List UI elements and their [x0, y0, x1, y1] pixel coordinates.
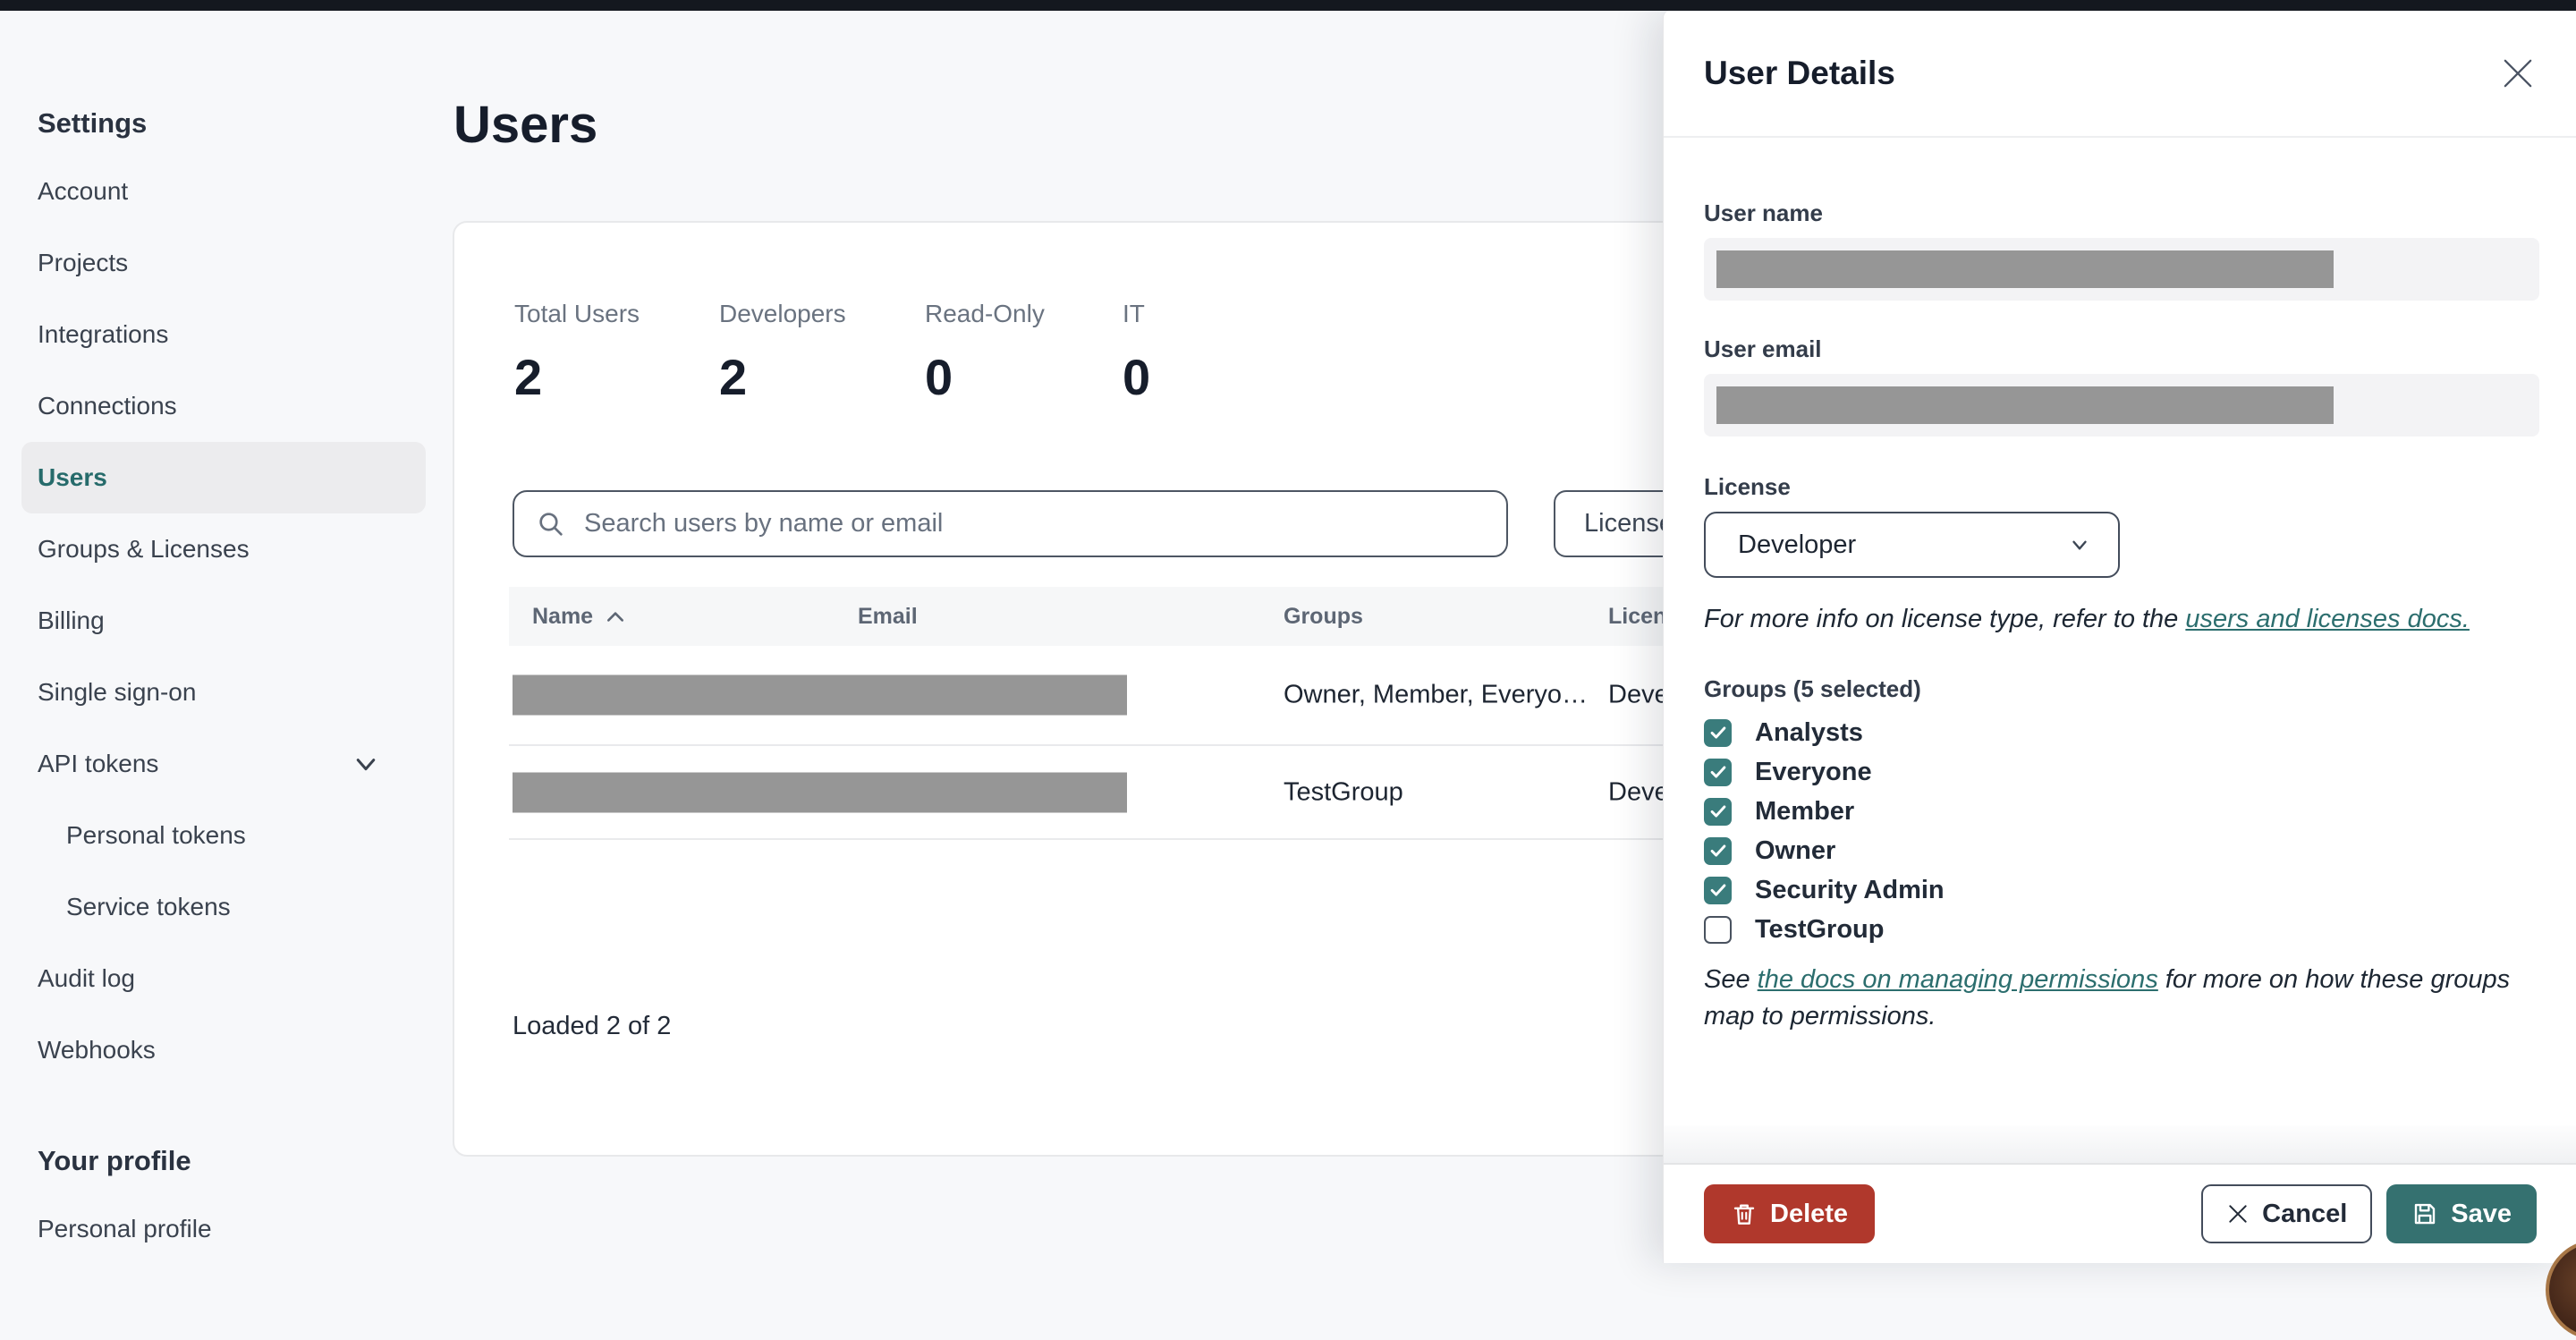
table-row[interactable]: TestGroup Developer: [509, 746, 1726, 840]
redacted-name-email: [513, 674, 1127, 716]
license-label: License: [1704, 473, 1791, 500]
loaded-status: Loaded 2 of 2: [513, 1012, 672, 1040]
user-details-drawer: User Details User name User email Licens…: [1663, 11, 2576, 1263]
users-table: Name Email Groups License Owner, Member,…: [509, 587, 1726, 840]
license-select[interactable]: Developer: [1704, 512, 2120, 578]
group-option-member[interactable]: Member: [1704, 792, 2538, 831]
drawer-body: User name User email License Developer F…: [1664, 140, 2576, 1163]
sidebar-item-account[interactable]: Account: [21, 156, 426, 227]
stat-developers: Developers 2: [719, 300, 846, 405]
save-button[interactable]: Save: [2386, 1184, 2537, 1243]
user-email-field[interactable]: [1704, 374, 2539, 437]
page-title: Users: [453, 96, 598, 154]
user-name-field[interactable]: [1704, 238, 2539, 301]
users-card: Total Users 2 Developers 2 Read-Only 0 I…: [453, 221, 1726, 1157]
drawer-title: User Details: [1704, 55, 1895, 91]
drawer-header: User Details: [1664, 11, 2576, 138]
sidebar-item-users[interactable]: Users: [21, 442, 426, 513]
cell-groups: Owner, Member, Everyo…: [1284, 680, 1589, 709]
checkbox-icon: [1704, 836, 1732, 865]
user-name-label: User name: [1704, 199, 1823, 226]
cancel-button[interactable]: Cancel: [2201, 1184, 2373, 1243]
groups-checkbox-list: Analysts Everyone Member Owner Security …: [1704, 713, 2538, 949]
users-and-licenses-docs-link[interactable]: users and licenses docs.: [2185, 605, 2470, 633]
top-app-bar: [0, 0, 2576, 11]
column-header-email[interactable]: Email: [858, 587, 918, 646]
save-icon: [2415, 1203, 2436, 1225]
column-header-groups[interactable]: Groups: [1284, 587, 1363, 646]
x-icon: [2229, 1205, 2247, 1223]
drawer-footer: Delete Cancel Save: [1664, 1125, 2576, 1263]
managing-permissions-docs-link[interactable]: the docs on managing permissions: [1758, 965, 2158, 994]
trash-icon: [1733, 1204, 1755, 1225]
group-option-everyone[interactable]: Everyone: [1704, 752, 2538, 792]
checkbox-icon: [1704, 915, 1732, 944]
redacted-user-name: [1716, 250, 2334, 288]
sidebar-item-single-sign-on[interactable]: Single sign-on: [21, 657, 426, 728]
chevron-down-icon: [352, 751, 379, 777]
column-header-name[interactable]: Name: [532, 587, 625, 646]
group-option-analysts[interactable]: Analysts: [1704, 713, 2538, 752]
sidebar-item-service-tokens[interactable]: Service tokens: [21, 871, 426, 943]
stat-total-users: Total Users 2: [514, 300, 640, 405]
chevron-down-icon: [2068, 533, 2091, 556]
table-row[interactable]: Owner, Member, Everyo… Developer: [509, 646, 1726, 746]
checkbox-icon: [1704, 718, 1732, 747]
checkbox-icon: [1704, 797, 1732, 826]
sidebar-item-audit-log[interactable]: Audit log: [21, 943, 426, 1014]
sidebar-item-webhooks[interactable]: Webhooks: [21, 1014, 426, 1086]
search-input[interactable]: [584, 509, 1485, 539]
stat-it: IT 0: [1123, 300, 1151, 405]
stat-read-only: Read-Only 0: [925, 300, 1045, 405]
license-note: For more info on license type, refer to …: [1704, 605, 2470, 633]
sidebar-item-groups-licenses[interactable]: Groups & Licenses: [21, 513, 426, 585]
sidebar-item-personal-tokens[interactable]: Personal tokens: [21, 800, 426, 871]
group-option-security-admin[interactable]: Security Admin: [1704, 870, 2538, 910]
sidebar-section-title-your-profile: Your profile: [38, 1145, 191, 1176]
permissions-note: See the docs on managing permissions for…: [1704, 965, 2511, 1030]
sidebar-item-integrations[interactable]: Integrations: [21, 299, 426, 370]
group-option-owner[interactable]: Owner: [1704, 831, 2538, 870]
sort-ascending-icon: [606, 610, 625, 623]
sidebar-item-connections[interactable]: Connections: [21, 370, 426, 442]
user-search[interactable]: [513, 490, 1508, 557]
redacted-name-email: [513, 772, 1127, 812]
user-email-label: User email: [1704, 335, 1822, 362]
delete-button[interactable]: Delete: [1704, 1184, 1876, 1243]
sidebar-item-projects[interactable]: Projects: [21, 227, 426, 299]
redacted-user-email: [1716, 386, 2334, 424]
groups-label: Groups (5 selected): [1704, 675, 1921, 702]
checkbox-icon: [1704, 876, 1732, 904]
sidebar-item-api-tokens[interactable]: API tokens: [21, 728, 426, 800]
sidebar-section-title-settings: Settings: [38, 107, 148, 139]
cell-groups: TestGroup: [1284, 777, 1403, 806]
table-header-row: Name Email Groups License: [509, 587, 1721, 646]
settings-sidebar: Settings Account Projects Integrations C…: [21, 11, 426, 1265]
checkbox-icon: [1704, 758, 1732, 786]
close-icon[interactable]: [2496, 51, 2540, 96]
group-option-testgroup[interactable]: TestGroup: [1704, 910, 2538, 949]
sidebar-item-personal-profile[interactable]: Personal profile: [21, 1193, 426, 1265]
sidebar-item-billing[interactable]: Billing: [21, 585, 426, 657]
search-icon: [539, 512, 563, 536]
